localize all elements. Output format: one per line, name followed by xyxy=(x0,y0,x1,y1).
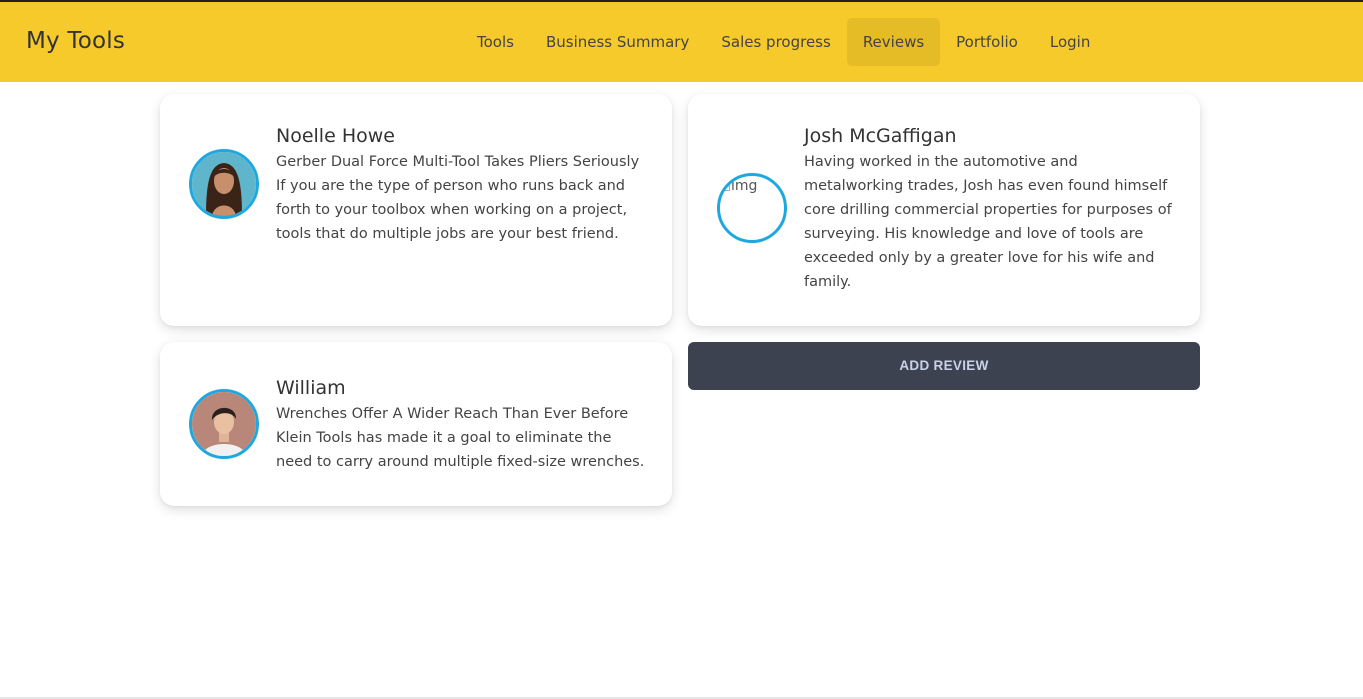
brand-title[interactable]: My Tools xyxy=(26,28,125,54)
review-line: exceeded only by a greater love for his … xyxy=(804,250,1155,266)
review-line: Wrenches Offer A Wider Reach Than Ever B… xyxy=(276,406,629,422)
reviewer-name: Noelle Howe xyxy=(276,125,395,147)
nav-item-business-summary[interactable]: Business Summary xyxy=(530,18,705,66)
broken-image: img xyxy=(724,178,757,194)
navbar: My Tools Tools Business Summary Sales pr… xyxy=(0,2,1363,82)
review-line: Gerber Dual Force Multi-Tool Takes Plier… xyxy=(276,154,640,170)
review-line: tools that do multiple jobs are your bes… xyxy=(276,226,619,242)
nav-item-login[interactable]: Login xyxy=(1034,18,1106,66)
nav-item-sales-progress[interactable]: Sales progress xyxy=(705,18,846,66)
review-card: William Wrenches Offer A Wider Reach Tha… xyxy=(160,342,672,506)
reviewer-name: William xyxy=(276,377,346,399)
review-line: Klein Tools has made it a goal to elimin… xyxy=(276,430,612,446)
review-text: Wrenches Offer A Wider Reach Than Ever B… xyxy=(276,402,644,474)
review-line: forth to your toolbox when working on a … xyxy=(276,202,628,218)
review-line: metalworking trades, Josh has even found… xyxy=(804,178,1168,194)
broken-image-icon xyxy=(724,183,730,191)
reviewer-avatar xyxy=(189,149,259,219)
reviewer-avatar-broken: img xyxy=(717,173,787,243)
add-review-button[interactable]: ADD REVIEW xyxy=(688,342,1200,390)
nav-item-portfolio[interactable]: Portfolio xyxy=(940,18,1034,66)
image-alt-text: img xyxy=(731,178,758,194)
review-text: Having worked in the automotive and meta… xyxy=(804,150,1172,294)
main-nav: Tools Business Summary Sales progress Re… xyxy=(461,18,1106,66)
review-card: Noelle Howe Gerber Dual Force Multi-Tool… xyxy=(160,94,672,326)
nav-item-tools[interactable]: Tools xyxy=(461,18,530,66)
review-line: need to carry around multiple fixed-size… xyxy=(276,454,645,470)
reviewer-avatar xyxy=(189,389,259,459)
review-line: If you are the type of person who runs b… xyxy=(276,178,625,194)
man-portrait-icon xyxy=(192,392,256,456)
review-card: img Josh McGaffigan Having worked in the… xyxy=(688,94,1200,326)
reviewer-name: Josh McGaffigan xyxy=(804,125,957,147)
review-line: family. xyxy=(804,274,852,290)
review-line: surveying. His knowledge and love of too… xyxy=(804,226,1144,242)
review-text: Gerber Dual Force Multi-Tool Takes Plier… xyxy=(276,150,639,246)
review-line: core drilling commercial properties for … xyxy=(804,202,1172,218)
review-line: Having worked in the automotive and xyxy=(804,154,1078,170)
woman-portrait-icon xyxy=(192,152,256,216)
nav-item-reviews[interactable]: Reviews xyxy=(846,18,941,66)
